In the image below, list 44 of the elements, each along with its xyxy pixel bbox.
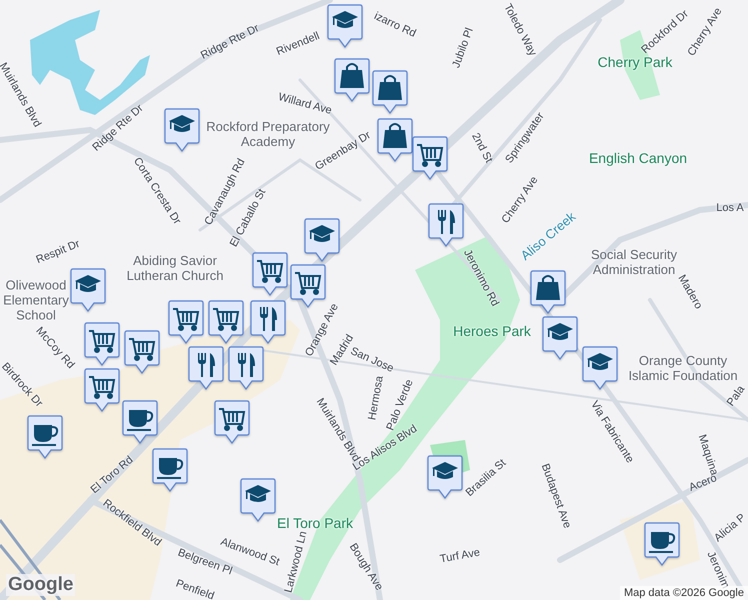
shopping-cart-pin[interactable] (252, 252, 288, 296)
attribution-text: Map data ©2026 Google (620, 586, 748, 600)
park-label: Heroes Park (453, 323, 531, 339)
place-label: Rockford Preparatory Academy (205, 119, 330, 149)
shopping-bag-pin[interactable] (530, 270, 566, 314)
park-label: Cherry Park (598, 54, 672, 70)
street-label: Toledo Way (501, 2, 539, 58)
street-label: Respit Dr (34, 238, 82, 266)
google-logo: Google (6, 574, 76, 596)
graduation-cap-pin[interactable] (582, 346, 618, 390)
park-label: El Toro Park (277, 515, 353, 531)
shopping-bag-pin[interactable] (334, 58, 370, 102)
place-label: Social Security Administration (590, 247, 678, 277)
graduation-cap-pin[interactable] (327, 4, 363, 48)
street-label: Maquina (696, 433, 720, 477)
place-label: Olivewood Elementary School (2, 278, 70, 322)
shopping-bag-pin[interactable] (372, 70, 408, 114)
shopping-cart-pin[interactable] (214, 400, 250, 444)
graduation-cap-pin[interactable] (304, 218, 340, 262)
shopping-cart-pin[interactable] (84, 322, 120, 366)
street-label: Turf Ave (439, 546, 481, 566)
shopping-cart-pin[interactable] (168, 300, 204, 344)
street-label: Willard Ave (276, 91, 334, 117)
shopping-cart-pin[interactable] (412, 136, 448, 180)
street-label: San Jose (348, 345, 396, 375)
street-label: El Toro Rd (88, 454, 136, 496)
shopping-cart-pin[interactable] (290, 264, 326, 308)
graduation-cap-pin[interactable] (542, 316, 578, 360)
street-label: Los A (716, 202, 744, 214)
graduation-cap-pin[interactable] (164, 108, 200, 152)
street-label: Ridge Rte Dr (198, 22, 262, 62)
fork-knife-pin[interactable] (428, 203, 464, 247)
graduation-cap-pin[interactable] (70, 268, 106, 312)
place-label: Orange County Islamic Foundation (627, 353, 739, 383)
street-label: Hermosa (366, 374, 386, 422)
coffee-cup-pin[interactable] (152, 448, 188, 492)
street-label: izarro Rd (372, 10, 418, 40)
shopping-bag-pin[interactable] (377, 118, 413, 162)
graduation-cap-pin[interactable] (427, 455, 463, 499)
street-label: Jubilo Pl (450, 26, 476, 70)
park-label: English Canyon (588, 150, 688, 166)
street-label: 2nd St (469, 131, 495, 165)
graduation-cap-pin[interactable] (240, 478, 276, 522)
place-label: Abiding Savior Lutheran Church (126, 253, 224, 283)
